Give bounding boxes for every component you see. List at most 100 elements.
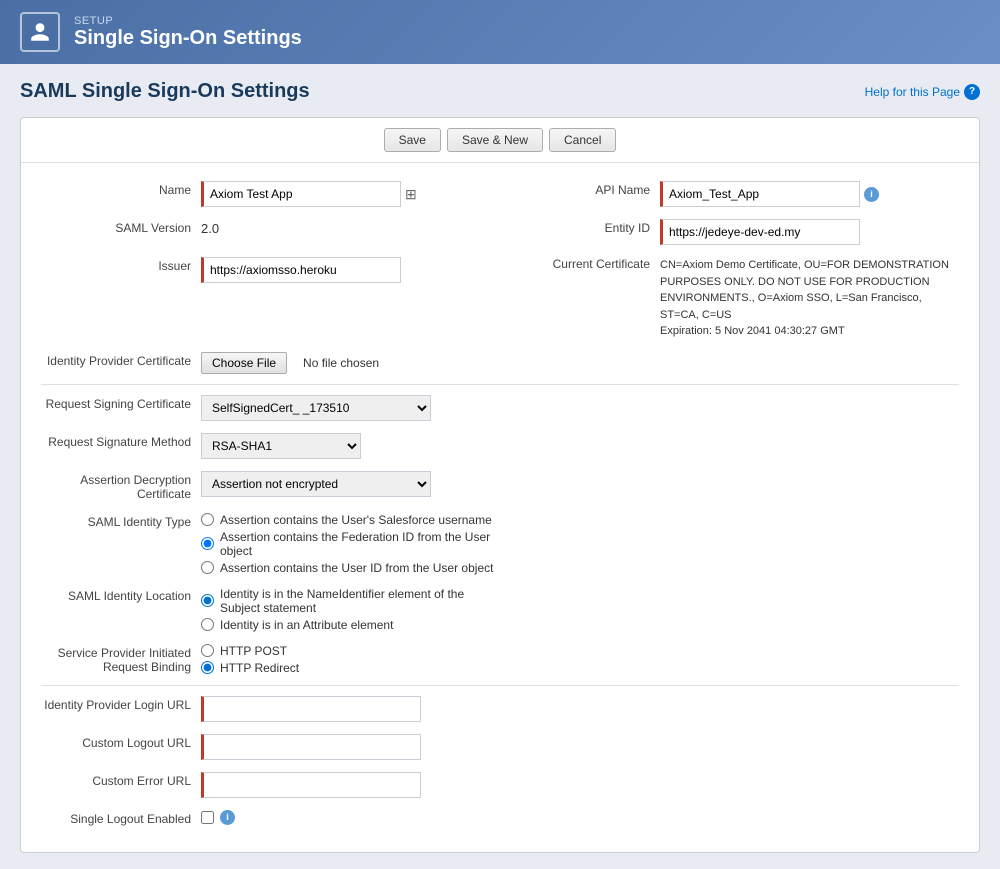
sp-request-binding-left: Service Provider InitiatedRequest Bindin… [41,642,500,675]
req-sig-method-left: Request Signature Method RSA-SHA1 RSA-SH… [41,431,500,459]
help-link[interactable]: Help for this Page ? [865,84,980,100]
idp-login-url-left: Identity Provider Login URL [41,694,500,722]
req-signing-left: Request Signing Certificate SelfSignedCe… [41,393,500,421]
custom-logout-url-left: Custom Logout URL [41,732,500,760]
req-signing-value: SelfSignedCert_ _173510 [201,393,500,421]
assertion-decryption-value: Assertion not encrypted [201,469,500,497]
radio-http-post-item[interactable]: HTTP POST [201,644,500,658]
saml-version-label: SAML Version [41,217,201,235]
radio-nameid-label: Identity is in the NameIdentifier elemen… [220,587,500,615]
single-logout-value: i [201,808,500,825]
idp-login-url-value [201,694,500,722]
assertion-decryption-left: Assertion DecryptionCertificate Assertio… [41,469,500,501]
custom-logout-url-label: Custom Logout URL [41,732,201,750]
idp-cert-value: Choose File No file chosen [201,350,500,374]
api-name-input[interactable] [660,181,860,207]
identity-type-radio-group: Assertion contains the User's Salesforce… [201,513,500,575]
radio-http-post[interactable] [201,644,214,657]
custom-error-url-left: Custom Error URL [41,770,500,798]
single-logout-checkbox[interactable] [201,811,214,824]
single-logout-label: Single Logout Enabled [41,808,201,826]
saml-identity-location-value: Identity is in the NameIdentifier elemen… [201,585,500,632]
req-signing-label: Request Signing Certificate [41,393,201,411]
request-signing-cert-select[interactable]: SelfSignedCert_ _173510 [201,395,431,421]
save-button[interactable]: Save [384,128,441,152]
custom-error-url-row: Custom Error URL [41,770,959,798]
page-heading-row: SAML Single Sign-On Settings Help for th… [20,80,980,103]
api-name-label: API Name [500,179,660,197]
header-text: SETUP Single Sign-On Settings [74,15,302,50]
header-page-title: Single Sign-On Settings [74,27,302,50]
custom-error-url-value [201,770,500,798]
issuer-left: Issuer [41,255,500,283]
radio-nameid[interactable] [201,594,214,607]
req-sig-method-row: Request Signature Method RSA-SHA1 RSA-SH… [41,431,959,459]
saml-identity-type-value: Assertion contains the User's Salesforce… [201,511,500,575]
req-sig-method-value: RSA-SHA1 RSA-SHA256 [201,431,500,459]
custom-logout-url-input[interactable] [201,734,421,760]
name-input[interactable] [201,181,401,207]
req-sig-method-label: Request Signature Method [41,431,201,449]
request-sig-method-select[interactable]: RSA-SHA1 RSA-SHA256 [201,433,361,459]
idp-cert-label: Identity Provider Certificate [41,350,201,368]
current-cert-value: CN=Axiom Demo Certificate, OU=FOR DEMONS… [660,255,959,340]
cancel-button[interactable]: Cancel [549,128,616,152]
entity-id-value [660,217,959,245]
assertion-decryption-select[interactable]: Assertion not encrypted [201,471,431,497]
radio-nameid-item[interactable]: Identity is in the NameIdentifier elemen… [201,587,500,615]
issuer-input[interactable] [201,257,401,283]
idp-cert-row: Identity Provider Certificate Choose Fil… [41,350,959,374]
choose-file-button[interactable]: Choose File [201,352,287,374]
api-name-right: API Name i [500,179,959,207]
single-logout-info-icon[interactable]: i [220,810,235,825]
save-new-button[interactable]: Save & New [447,128,543,152]
saml-identity-location-label: SAML Identity Location [41,585,201,603]
section-separator-2 [41,685,959,686]
radio-attribute-item[interactable]: Identity is in an Attribute element [201,618,500,632]
no-file-text: No file chosen [303,356,379,370]
assertion-decryption-row: Assertion DecryptionCertificate Assertio… [41,469,959,501]
idp-cert-left: Identity Provider Certificate Choose Fil… [41,350,500,374]
radio-salesforce[interactable] [201,513,214,526]
radio-attribute[interactable] [201,618,214,631]
radio-federation-item[interactable]: Assertion contains the Federation ID fro… [201,530,500,558]
idp-login-url-row: Identity Provider Login URL [41,694,959,722]
identity-location-radio-group: Identity is in the NameIdentifier elemen… [201,587,500,632]
help-icon: ? [964,84,980,100]
name-left: Name ⊞ [41,179,500,207]
page-heading: SAML Single Sign-On Settings [20,80,310,103]
sp-binding-radio-group: HTTP POST HTTP Redirect [201,644,500,675]
radio-federation[interactable] [201,537,214,550]
saml-identity-location-row: SAML Identity Location Identity is in th… [41,585,959,632]
radio-userid-item[interactable]: Assertion contains the User ID from the … [201,561,500,575]
name-value: ⊞ [201,179,500,207]
name-row: Name ⊞ API Name i [41,179,959,207]
single-logout-left: Single Logout Enabled i [41,808,500,826]
api-name-info-icon[interactable]: i [864,187,879,202]
current-cert-label: Current Certificate [500,255,660,271]
setup-label: SETUP [74,15,302,27]
saml-identity-type-label: SAML Identity Type [41,511,201,529]
entity-id-input[interactable] [660,219,860,245]
sp-request-binding-row: Service Provider InitiatedRequest Bindin… [41,642,959,675]
custom-error-url-input[interactable] [201,772,421,798]
issuer-value [201,255,500,283]
radio-salesforce-label: Assertion contains the User's Salesforce… [220,513,492,527]
name-table-icon[interactable]: ⊞ [405,186,417,203]
form-area: Name ⊞ API Name i [21,163,979,852]
radio-federation-label: Assertion contains the Federation ID fro… [220,530,500,558]
header-icon [20,12,60,52]
sp-request-binding-label: Service Provider InitiatedRequest Bindin… [41,642,201,674]
single-logout-checkbox-row: i [201,810,500,825]
custom-error-url-label: Custom Error URL [41,770,201,788]
idp-login-url-input[interactable] [201,696,421,722]
custom-logout-url-row: Custom Logout URL [41,732,959,760]
current-cert-right: Current Certificate CN=Axiom Demo Certif… [500,255,959,340]
radio-userid[interactable] [201,561,214,574]
saml-identity-type-row: SAML Identity Type Assertion contains th… [41,511,959,575]
radio-salesforce-item[interactable]: Assertion contains the User's Salesforce… [201,513,500,527]
req-signing-row: Request Signing Certificate SelfSignedCe… [41,393,959,421]
saml-identity-type-left: SAML Identity Type Assertion contains th… [41,511,500,575]
form-card: Save Save & New Cancel Name ⊞ API [20,117,980,853]
api-name-value: i [660,179,959,207]
